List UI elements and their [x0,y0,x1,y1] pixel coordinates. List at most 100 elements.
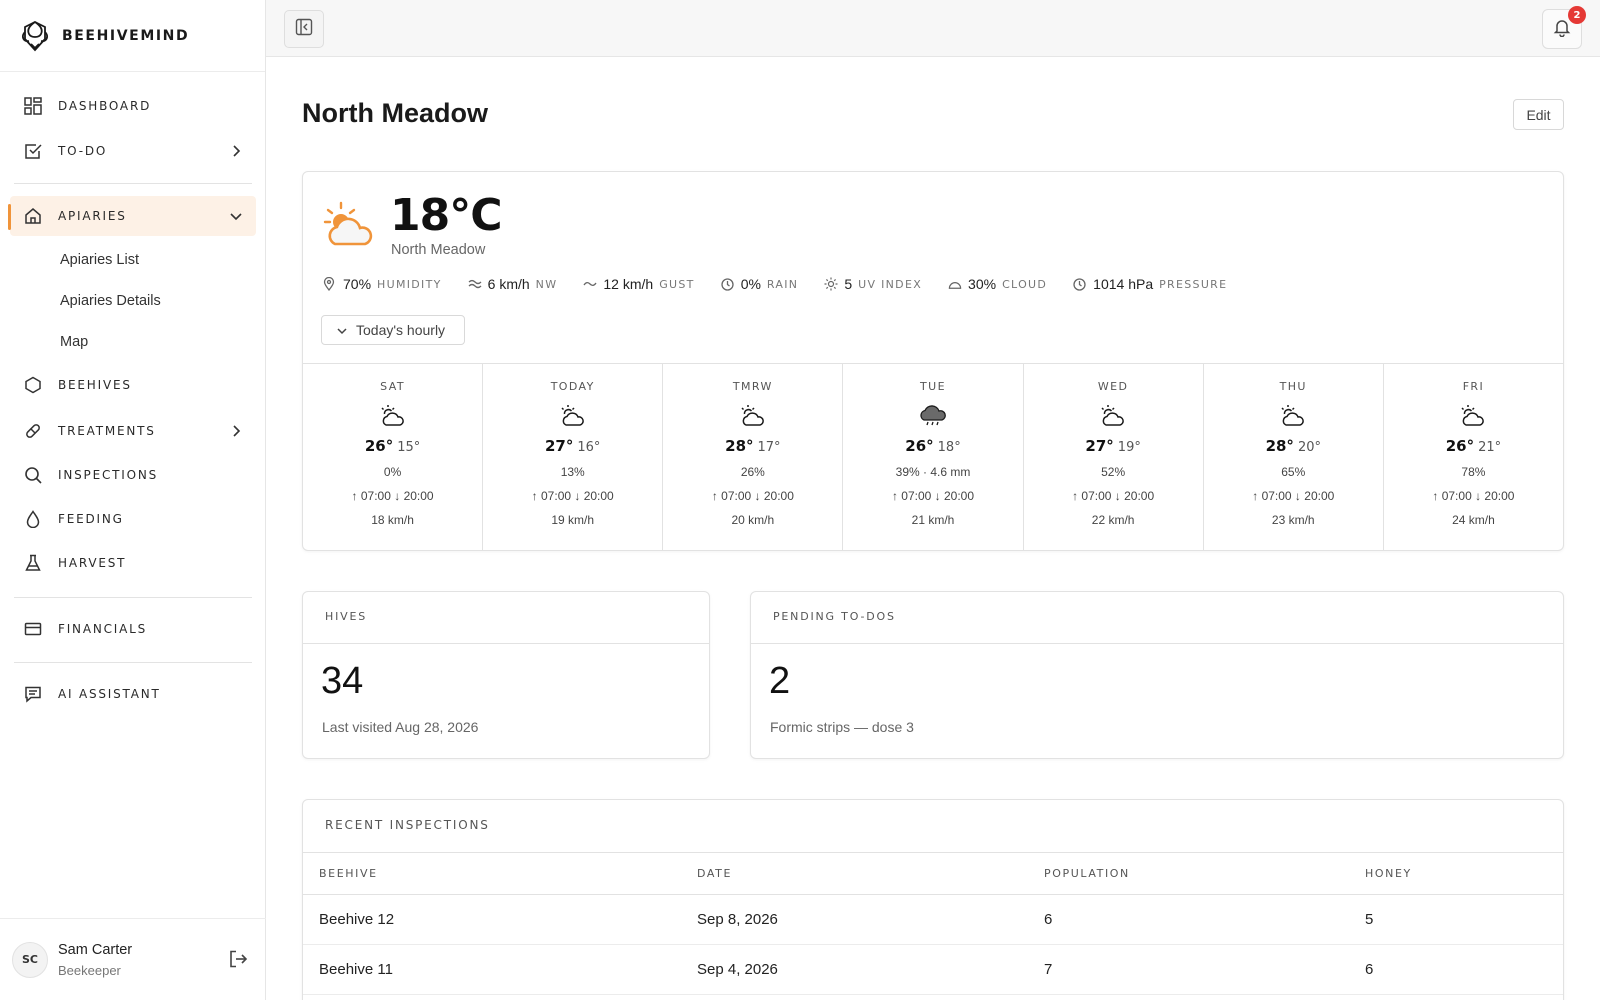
metric-cloud: 30% CLOUD [948,276,1047,292]
metric-value: 12 km/h [603,276,654,292]
edit-button[interactable]: Edit [1513,99,1564,130]
forecast-temps: 28° 17° [663,437,842,455]
avatar[interactable]: SC [12,941,48,978]
forecast-rain: 65% [1281,465,1306,479]
forecast-high: 27° [1085,437,1114,455]
forecast-day[interactable]: TODAY 27° 16° 13% ↑ 07:00 ↓ 20:00 19 km/h [483,364,664,551]
column-header-honey[interactable]: HONEY [1365,867,1412,880]
forecast-day[interactable]: SAT 26° 15° 0% ↑ 07:00 ↓ 20:00 18 km/h [303,364,484,551]
beehive-logo-icon [16,17,54,55]
home-icon [22,205,44,227]
forecast-sunrise-sunset: ↑ 07:00 ↓ 20:00 [891,489,975,503]
partly-cloudy-icon [1279,403,1307,429]
sidebar-item-todo[interactable]: TO-DO [10,131,256,171]
search-icon [22,464,44,486]
sidebar-item-label: APIARIES [58,209,127,223]
hourly-toggle-button[interactable]: Today's hourly [321,315,465,345]
column-header-beehive[interactable]: BEEHIVE [319,867,378,880]
sidebar-item-feeding[interactable]: FEEDING [10,499,256,539]
table-row[interactable]: Beehive 12 Sep 8, 2026 6 5 [303,895,1563,945]
forecast-high: 28° [1265,437,1294,455]
page-title: North Meadow [302,98,488,128]
metric-uv: 5 UV INDEX [824,276,922,292]
forecast-day[interactable]: FRI 26° 21° 78% ↑ 07:00 ↓ 20:00 24 km/h [1384,364,1563,551]
sidebar-item-beehives[interactable]: BEEHIVES [10,365,256,405]
partly-cloudy-icon [323,200,375,252]
forecast-day-name: TODAY [550,380,595,393]
forecast-day-name: WED [1097,380,1129,393]
cell-date: Sep 8, 2026 [697,911,778,928]
forecast-day-name: TMRW [732,380,773,393]
notification-badge: 2 [1568,6,1586,24]
user-profile[interactable]: SC Sam Carter Beekeeper [0,918,266,1000]
forecast-day[interactable]: THU 28° 20° 65% ↑ 07:00 ↓ 20:00 23 km/h [1204,364,1384,551]
forecast-day-name: FRI [1462,380,1485,393]
user-name: Sam Carter [58,941,133,958]
rain-cloud-icon [919,403,947,429]
sidebar-item-label: TREATMENTS [58,424,156,438]
partly-cloudy-icon [1459,403,1487,429]
sidebar-item-label: BEEHIVES [58,378,132,392]
hexagon-icon [22,374,44,396]
metric-label: HUMIDITY [377,277,442,291]
clock-icon [1073,277,1087,291]
chevron-right-icon [228,143,244,159]
sidebar-item-dashboard[interactable]: DASHBOARD [10,86,256,126]
column-header-population[interactable]: POPULATION [1044,867,1130,880]
forecast-day[interactable]: TUE 26° 18° 39% · 4.6 mm ↑ 07:00 ↓ 20:00 21 k… [843,364,1024,551]
notifications-button[interactable]: 2 [1542,6,1586,49]
metric-wind: 6 km/h NW [468,276,558,292]
forecast-high: 26° [364,437,394,455]
forecast-high: 26° [1445,437,1475,455]
forecast-low: 15° [397,440,421,455]
user-meta: Sam Carter Beekeeper [58,942,132,978]
brand[interactable]: BEEHIVEMIND [0,0,265,72]
metric-gust: 12 km/h GUST [583,276,694,292]
todos-label: PENDING TO-DOS [773,610,896,623]
dashboard-grid-icon [22,95,44,117]
topbar: 2 [266,0,1600,57]
sidebar-item-label: FEEDING [58,512,124,526]
forecast-low: 17° [757,440,781,455]
metric-label: PRESSURE [1159,277,1228,291]
cell-population: 7 [1044,961,1053,978]
sidebar-item-apiaries[interactable]: APIARIES [8,196,256,236]
forecast-strip: SAT 26° 15° 0% ↑ 07:00 ↓ 20:00 18 km/h TODAY 27… [303,363,1563,551]
sidebar-subitem-apiaries-list[interactable]: Apiaries List [60,252,139,268]
forecast-temps: 28° 20° [1204,437,1383,455]
hives-last-visited: Last visited Aug 28, 2026 [322,719,479,735]
sidebar-subitem-map[interactable]: Map [60,334,88,350]
sidebar-subitem-apiaries-details[interactable]: Apiaries Details [60,293,161,309]
collapse-sidebar-button[interactable] [284,10,324,48]
forecast-rain: 13% [560,465,585,479]
forecast-temps: 26° 15° [303,437,482,455]
column-header-date[interactable]: DATE [697,867,732,880]
metric-value: 5 [844,276,853,292]
forecast-day[interactable]: WED 27° 19° 52% ↑ 07:00 ↓ 20:00 22 km/h [1024,364,1204,551]
sidebar-item-financials[interactable]: FINANCIALS [10,609,256,649]
forecast-rain: 26% [740,465,765,479]
chat-icon [22,683,44,705]
metric-value: 0% [740,276,761,292]
recent-inspections-card: RECENT INSPECTIONS BEEHIVE DATE POPULATI… [302,799,1564,1000]
sidebar-item-label: TO-DO [58,144,108,158]
partly-cloudy-icon [559,403,587,429]
metric-label: RAIN [766,277,799,291]
table-row[interactable]: Beehive 11 Sep 4, 2026 7 6 [303,945,1563,995]
cell-honey: 6 [1365,961,1374,978]
forecast-low: 20° [1297,440,1321,455]
forecast-sunrise-sunset: ↑ 07:00 ↓ 20:00 [351,489,434,503]
sidebar: BEEHIVEMIND DASHBOARD TO-DO APIARIES Api… [0,0,266,1000]
pending-todos-card[interactable]: PENDING TO-DOS 2 Formic strips — dose 3 [750,591,1564,759]
sidebar-item-harvest[interactable]: HARVEST [10,543,256,583]
sidebar-item-inspections[interactable]: INSPECTIONS [10,455,256,495]
sidebar-item-ai-assistant[interactable]: AI ASSISTANT [10,674,256,714]
logout-icon[interactable] [228,949,250,971]
hives-label: HIVES [325,610,367,623]
forecast-day[interactable]: TMRW 28° 17° 26% ↑ 07:00 ↓ 20:00 20 km/h [663,364,844,551]
hives-card[interactable]: HIVES 34 Last visited Aug 28, 2026 [302,591,710,759]
sidebar-item-treatments[interactable]: TREATMENTS [10,411,256,451]
metric-label: UV INDEX [858,277,923,291]
forecast-wind: 23 km/h [1271,513,1315,527]
forecast-sunrise-sunset: ↑ 07:00 ↓ 20:00 [1252,489,1335,503]
